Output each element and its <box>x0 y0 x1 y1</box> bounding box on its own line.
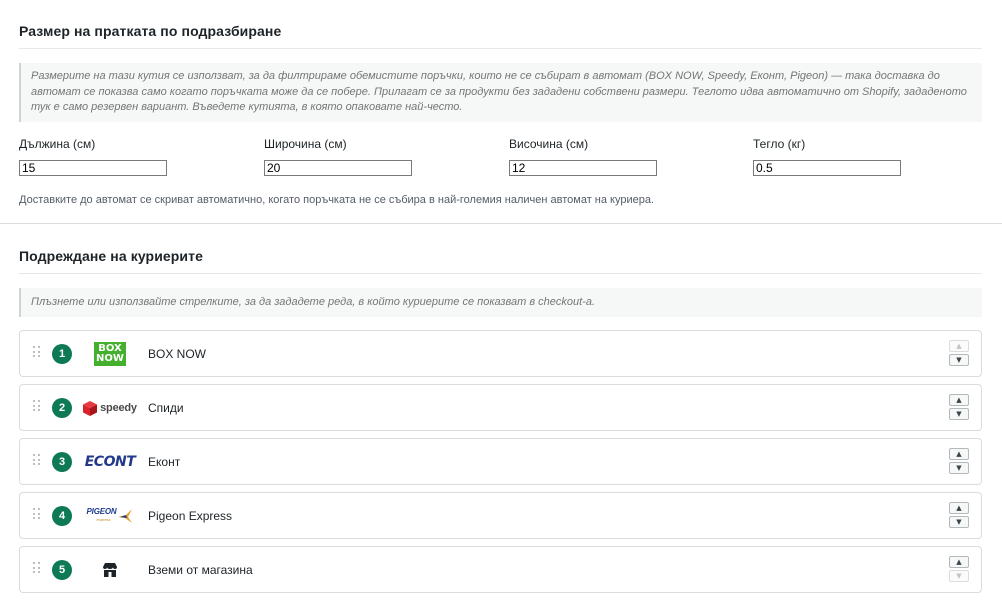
move-down-button[interactable]: ▼ <box>949 570 969 582</box>
move-down-button[interactable]: ▼ <box>949 354 969 366</box>
boxnow-logo-icon: BOX NOW <box>82 340 138 368</box>
courier-name: Спиди <box>148 401 184 415</box>
move-up-button[interactable]: ▲ <box>949 340 969 352</box>
parcel-size-section: Размер на пратката по подразбиране Разме… <box>19 0 982 215</box>
courier-order-notice: Плъзнете или използвайте стрелките, за д… <box>19 288 982 317</box>
speedy-cube-icon <box>83 400 98 416</box>
drag-handle-icon[interactable] <box>33 508 41 522</box>
drag-handle-icon[interactable] <box>33 346 41 360</box>
store-icon <box>82 556 138 584</box>
move-down-button[interactable]: ▼ <box>949 408 969 420</box>
position-badge: 2 <box>52 398 72 418</box>
length-input[interactable] <box>19 160 167 176</box>
courier-order-section: Подреждане на куриерите Плъзнете или изп… <box>19 230 982 317</box>
move-down-button[interactable]: ▼ <box>949 462 969 474</box>
econt-logo-text: ECONT <box>84 454 136 470</box>
boxnow-logo-line2: NOW <box>96 353 124 364</box>
courier-row-store-pickup[interactable]: 5 Вземи от магазина ▲ ▼ <box>19 546 982 593</box>
title-divider <box>19 48 982 49</box>
position-badge: 5 <box>52 560 72 580</box>
move-up-button[interactable]: ▲ <box>949 394 969 406</box>
weight-label: Тегло (кг) <box>753 137 806 151</box>
courier-row-speedy[interactable]: 2 speedy Спиди ▲ ▼ <box>19 384 982 431</box>
width-label: Широчина (см) <box>264 137 347 151</box>
speedy-logo-text: speedy <box>100 402 137 414</box>
move-up-button[interactable]: ▲ <box>949 448 969 460</box>
drag-handle-icon[interactable] <box>33 562 41 576</box>
position-badge: 1 <box>52 344 72 364</box>
parcel-size-notice: Размерите на тази кутия се използват, за… <box>19 63 982 122</box>
height-label: Височина (см) <box>509 137 589 151</box>
courier-order-title: Подреждане на куриерите <box>19 248 203 264</box>
drag-handle-icon[interactable] <box>33 454 41 468</box>
pigeon-logo-text: PIGEON <box>86 507 117 516</box>
move-up-button[interactable]: ▲ <box>949 502 969 514</box>
height-input[interactable] <box>509 160 657 176</box>
locker-help-text: Доставките до автомат се скриват автомат… <box>19 194 655 206</box>
title-divider <box>19 273 982 274</box>
length-label: Дължина (см) <box>19 137 96 151</box>
courier-row-pigeon[interactable]: 4 PIGEON express Pigeon Express ▲ ▼ <box>19 492 982 539</box>
move-down-button[interactable]: ▼ <box>949 516 969 528</box>
courier-row-econt[interactable]: 3 ECONT Еконт ▲ ▼ <box>19 438 982 485</box>
courier-row-boxnow[interactable]: 1 BOX NOW BOX NOW ▲ ▼ <box>19 330 982 377</box>
drag-handle-icon[interactable] <box>33 400 41 414</box>
econt-logo-icon: ECONT <box>82 448 138 476</box>
speedy-logo-icon: speedy <box>82 394 138 422</box>
position-badge: 4 <box>52 506 72 526</box>
pigeon-logo-subtext: express <box>96 517 111 522</box>
courier-name: Вземи от магазина <box>148 563 253 577</box>
pigeon-logo-icon: PIGEON express <box>82 502 138 530</box>
weight-input[interactable] <box>753 160 901 176</box>
section-divider <box>0 223 1002 224</box>
parcel-size-title: Размер на пратката по подразбиране <box>19 23 282 39</box>
courier-name: Еконт <box>148 455 181 469</box>
width-input[interactable] <box>264 160 412 176</box>
position-badge: 3 <box>52 452 72 472</box>
courier-name: BOX NOW <box>148 347 207 361</box>
courier-name: Pigeon Express <box>148 509 233 523</box>
pigeon-bird-icon <box>118 509 133 523</box>
move-up-button[interactable]: ▲ <box>949 556 969 568</box>
